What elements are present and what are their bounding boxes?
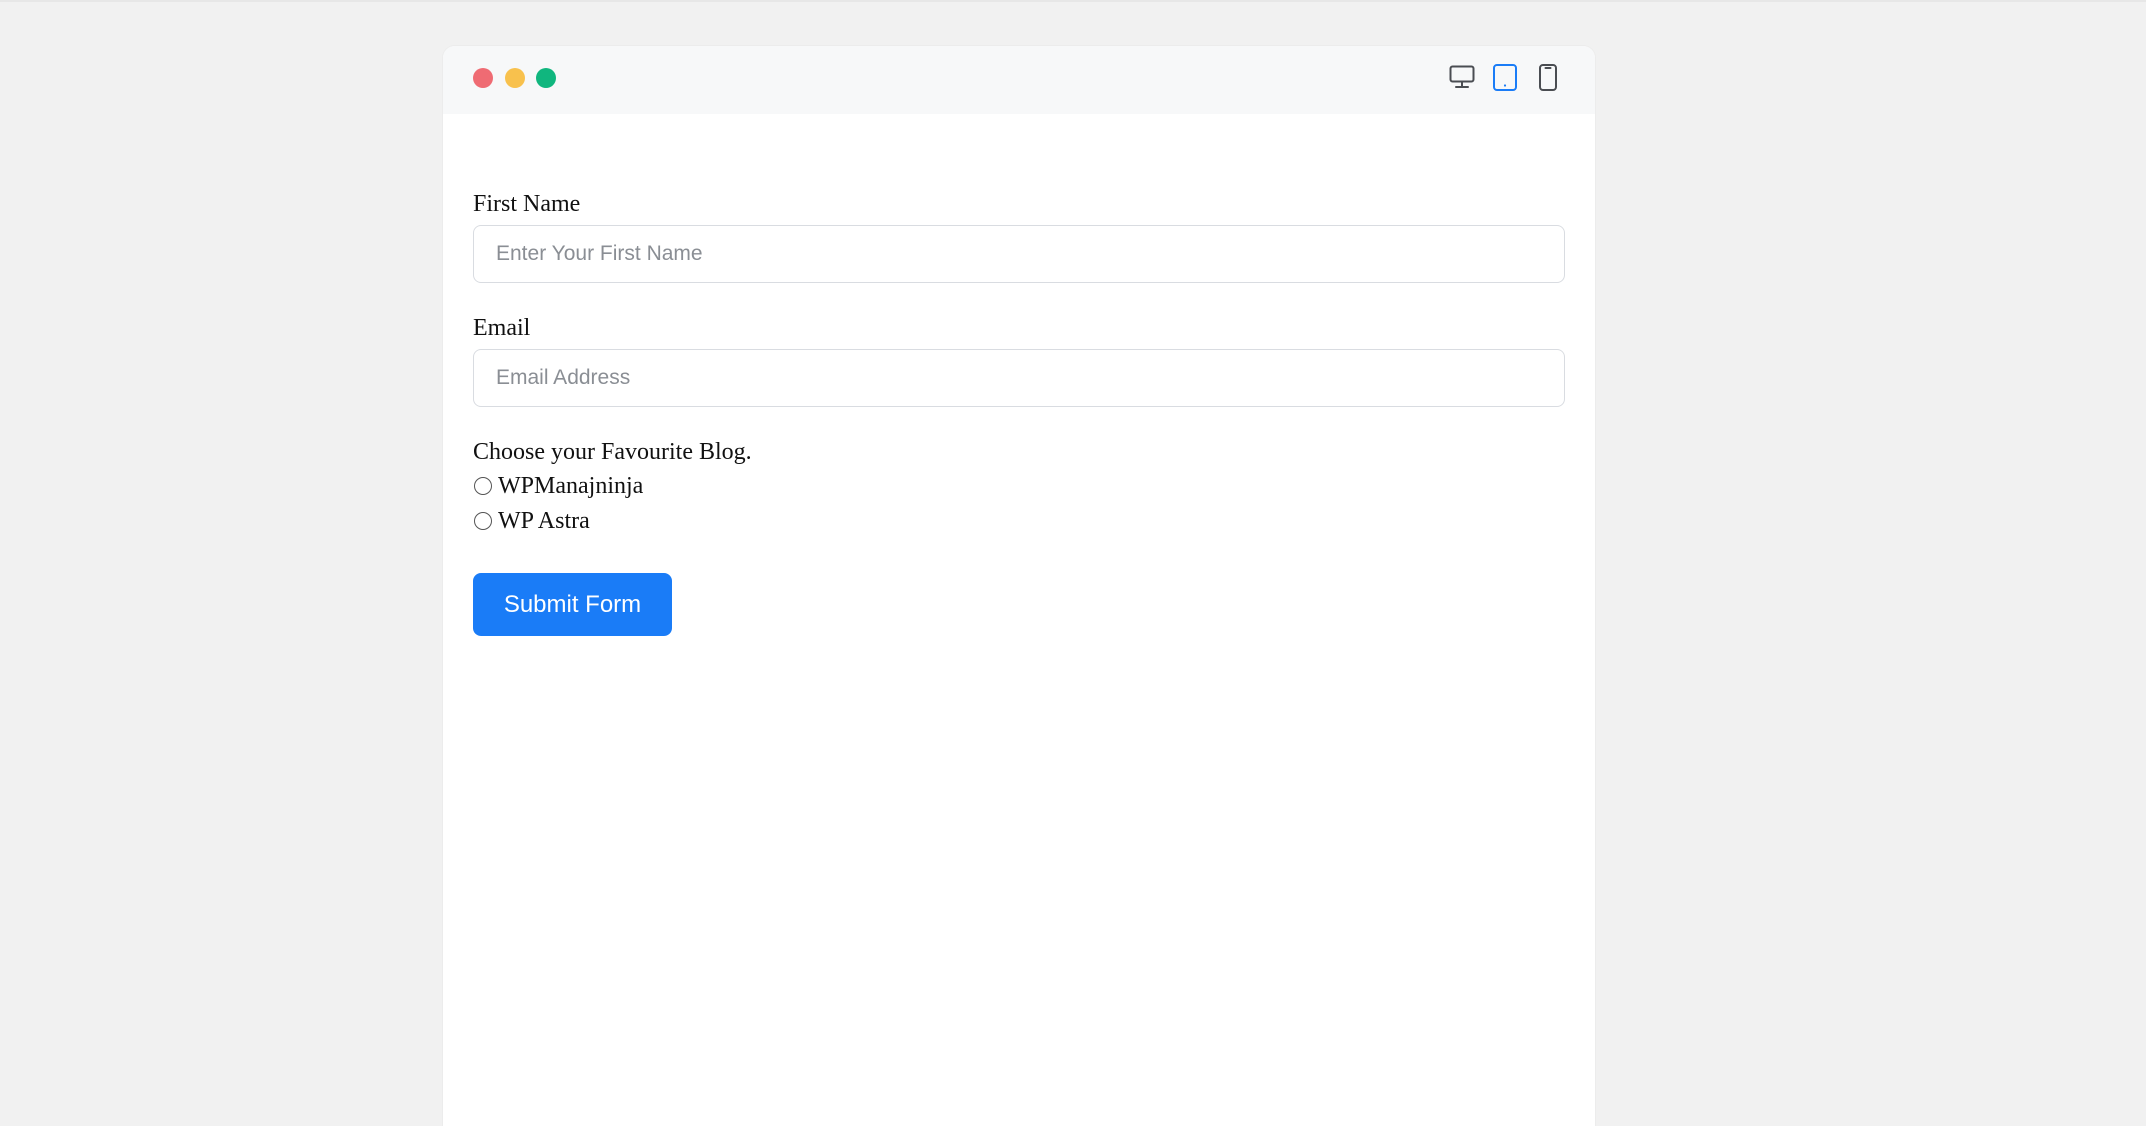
preview-window: First Name Email Choose your Favourite B…	[443, 46, 1595, 1126]
email-input[interactable]	[473, 349, 1565, 407]
mobile-icon[interactable]	[1534, 63, 1562, 96]
radio-option-wpmanajninja[interactable]: WPManajninja	[473, 471, 643, 501]
radio-button[interactable]	[474, 477, 492, 495]
maximize-dot[interactable]	[536, 68, 556, 88]
first-name-input[interactable]	[473, 225, 1565, 283]
top-divider	[0, 0, 2146, 2]
close-dot[interactable]	[473, 68, 493, 88]
blog-choice-label: Choose your Favourite Blog.	[473, 439, 752, 465]
radio-option-label: WP Astra	[498, 507, 590, 534]
radio-button[interactable]	[474, 512, 492, 530]
radio-option-wp-astra[interactable]: WP Astra	[473, 506, 590, 536]
window-title-bar	[443, 46, 1595, 114]
tablet-icon[interactable]	[1491, 63, 1519, 96]
minimize-dot[interactable]	[505, 68, 525, 88]
email-label: Email	[473, 315, 531, 341]
desktop-icon[interactable]	[1448, 63, 1476, 96]
submit-form-button[interactable]: Submit Form	[473, 573, 672, 636]
first-name-label: First Name	[473, 191, 581, 217]
radio-option-label: WPManajninja	[498, 472, 644, 499]
